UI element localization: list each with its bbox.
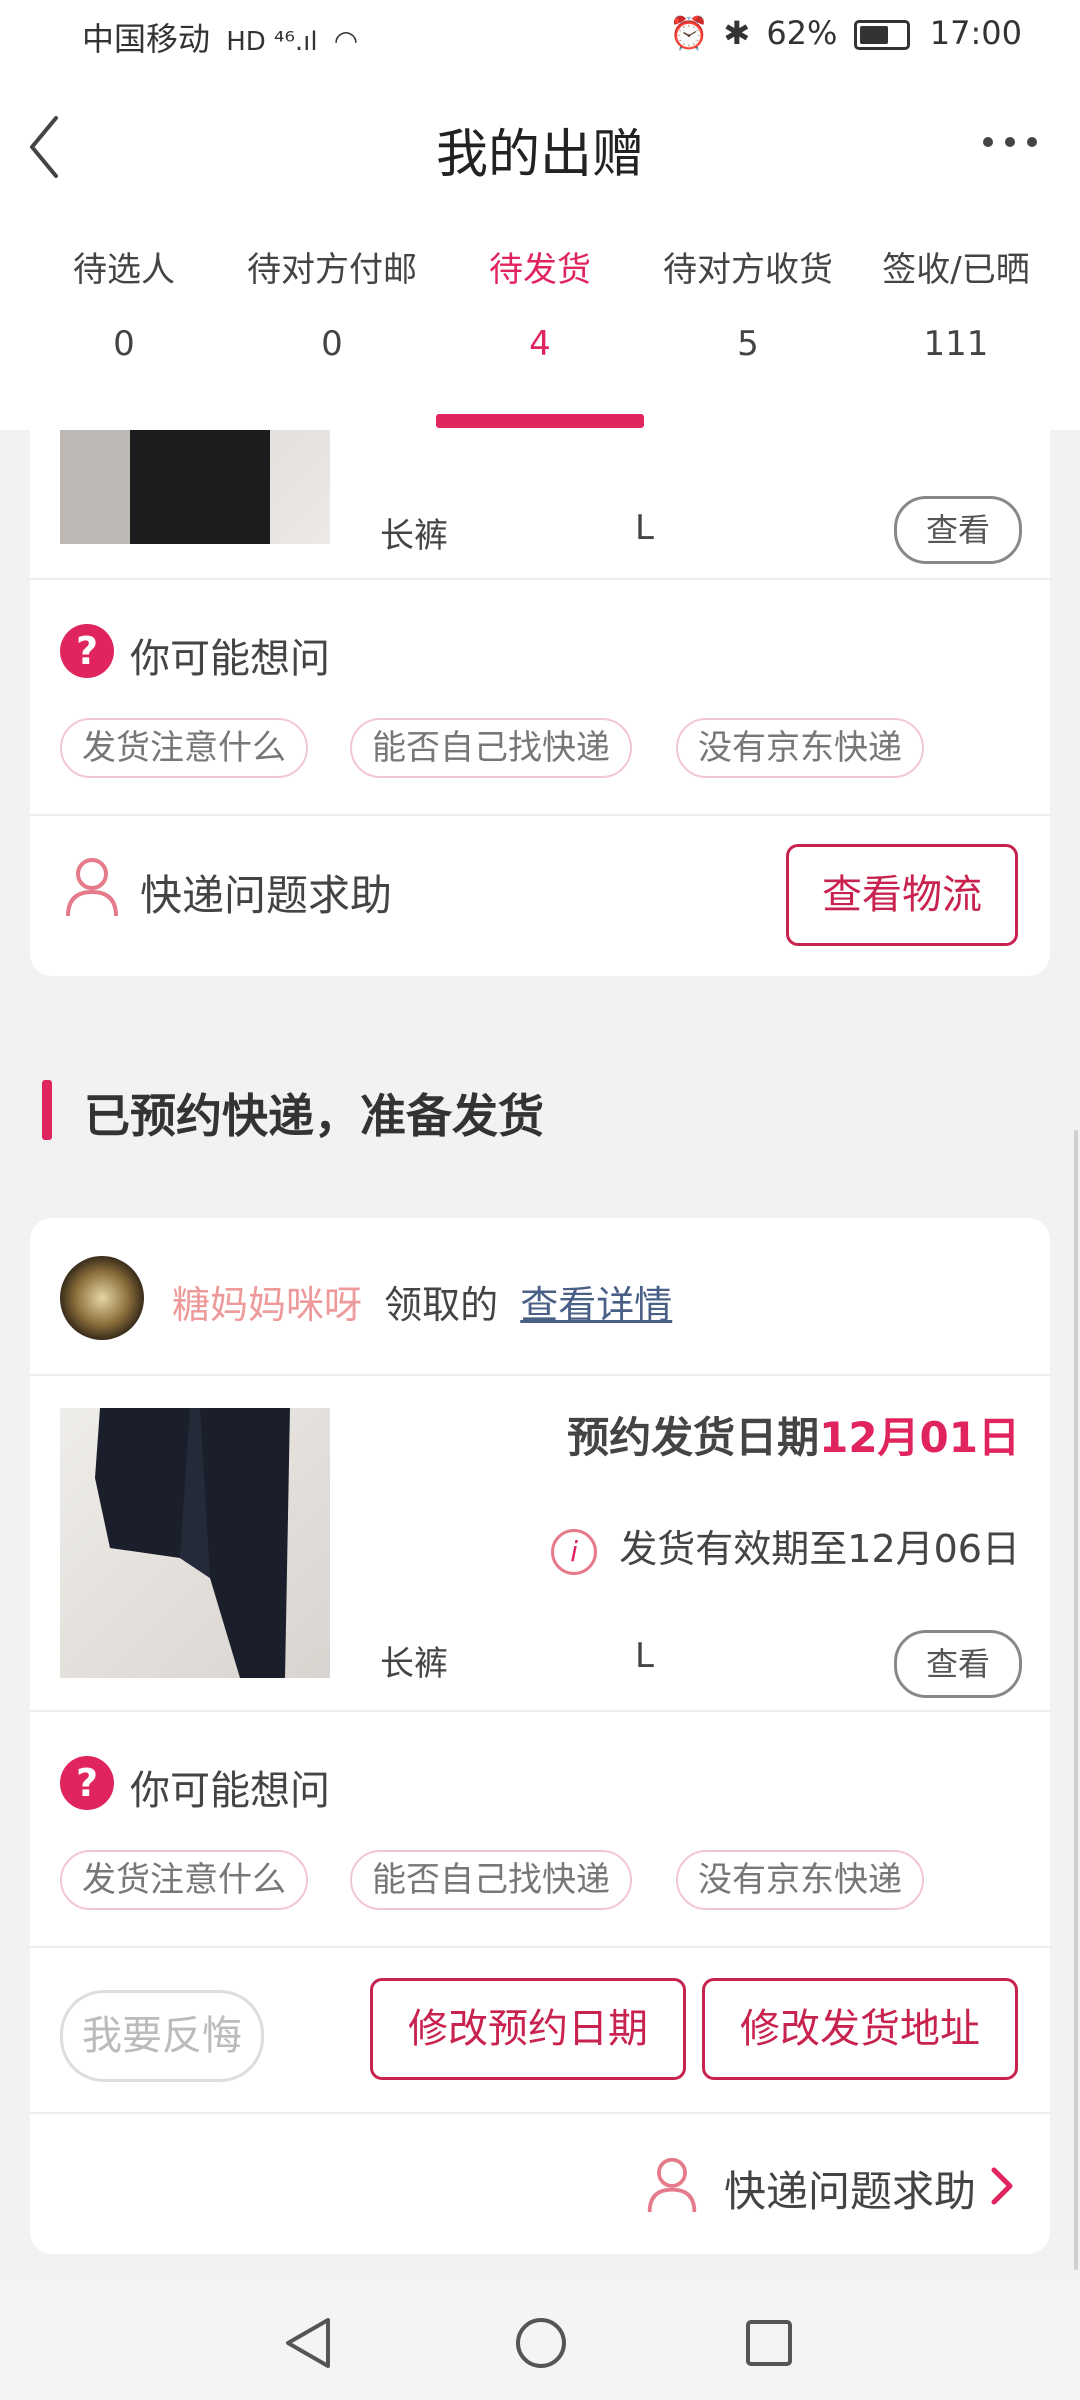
tab-label: 待选人 <box>73 250 175 290</box>
status-bar: 中国移动 HD ⁴⁶.ıl ◠ ⏰ ✱ 62% 17:00 <box>0 0 1080 72</box>
item-size: L <box>635 508 654 548</box>
divider <box>30 1946 1050 1948</box>
item-name: 长裤 <box>380 516 448 556</box>
view-item-button[interactable]: 查看 <box>894 1630 1022 1698</box>
more-horizontal-icon[interactable] <box>980 132 1040 172</box>
gift-card-2: 糖妈妈咪呀 领取的 查看详情 预约发货日期12月01日 i 发货有效期至12月0… <box>30 1218 1050 2254</box>
express-help-label: 快递问题求助 <box>724 2167 977 2216</box>
divider <box>30 814 1050 816</box>
tab-pending-selection[interactable]: 待选人 0 <box>20 240 228 364</box>
tab-count: 0 <box>113 324 135 364</box>
tab-pending-receipt[interactable]: 待对方收货 5 <box>644 240 852 364</box>
faq-chip[interactable]: 没有京东快递 <box>676 1850 924 1910</box>
scrollbar[interactable] <box>1074 1130 1078 2270</box>
divider <box>30 578 1050 580</box>
tab-count: 5 <box>737 324 759 364</box>
wifi-icon: ◠ <box>333 24 359 57</box>
chevron-right-icon <box>991 2167 1013 2205</box>
tab-pending-postage[interactable]: 待对方付邮 0 <box>228 240 436 364</box>
item-name: 长裤 <box>380 1644 448 1684</box>
triangle-back-icon[interactable] <box>282 2316 334 2370</box>
person-icon <box>647 2157 697 2213</box>
ship-date-label: 预约发货日期 <box>567 1413 820 1462</box>
claimed-text: 领取的 <box>384 1283 499 1327</box>
modify-date-button[interactable]: 修改预约日期 <box>370 1978 686 2080</box>
faq-chip[interactable]: 发货注意什么 <box>60 1850 308 1910</box>
tab-label: 签收/已晒 <box>882 250 1030 290</box>
validity-text: 发货有效期至12月06日 <box>619 1527 1020 1571</box>
faq-title: 你可能想问 <box>130 1768 330 1814</box>
recipient-nickname[interactable]: 糖妈妈咪呀 <box>172 1283 362 1327</box>
item-photo[interactable] <box>60 430 330 544</box>
circle-home-icon[interactable] <box>514 2316 568 2370</box>
view-item-button[interactable]: 查看 <box>894 496 1022 564</box>
validity-row: i 发货有效期至12月06日 <box>551 1518 1020 1575</box>
tab-received-shared[interactable]: 签收/已晒 111 <box>852 240 1060 364</box>
section-accent-bar <box>42 1080 52 1140</box>
ship-date-row: 预约发货日期12月01日 <box>567 1404 1020 1465</box>
battery-percent: 62% <box>766 14 838 52</box>
status-left: 中国移动 HD ⁴⁶.ıl ◠ <box>82 14 358 60</box>
question-icon: ? <box>60 624 114 678</box>
regret-button[interactable]: 我要反悔 <box>60 1990 264 2082</box>
person-icon <box>66 858 118 917</box>
section-title: 已预约快递，准备发货 <box>84 1089 544 1143</box>
alarm-icon: ⏰ <box>669 14 710 52</box>
faq-title: 你可能想问 <box>130 636 330 682</box>
avatar[interactable] <box>60 1256 144 1340</box>
tab-pending-shipment[interactable]: 待发货 4 <box>436 240 644 364</box>
tab-label: 待对方付邮 <box>247 250 417 290</box>
bluetooth-icon: ✱ <box>723 14 751 52</box>
view-details-link[interactable]: 查看详情 <box>520 1283 672 1327</box>
battery-icon <box>853 20 910 50</box>
divider <box>30 2112 1050 2114</box>
question-icon: ? <box>60 1756 114 1810</box>
item-size: L <box>635 1636 654 1676</box>
system-nav-bar <box>0 2280 1080 2400</box>
modify-address-button[interactable]: 修改发货地址 <box>702 1978 1018 2080</box>
divider <box>30 1374 1050 1376</box>
faq-chip[interactable]: 没有京东快递 <box>676 718 924 778</box>
tab-count: 111 <box>923 324 989 364</box>
status-tabs: 待选人 0 待对方付邮 0 待发货 4 待对方收货 5 签收/已晒 111 <box>0 240 1080 430</box>
tab-count: 0 <box>321 324 343 364</box>
item-photo[interactable] <box>60 1408 330 1678</box>
view-logistics-button[interactable]: 查看物流 <box>786 844 1018 946</box>
faq-chip[interactable]: 发货注意什么 <box>60 718 308 778</box>
tab-label: 待对方收货 <box>663 250 833 290</box>
active-tab-indicator <box>436 414 644 428</box>
square-recents-icon[interactable] <box>744 2318 794 2368</box>
tab-count: 4 <box>529 324 551 364</box>
status-right: ⏰ ✱ 62% 17:00 <box>669 14 1022 52</box>
claim-line: 糖妈妈咪呀 领取的 查看详情 <box>172 1274 672 1329</box>
page-title: 我的出赠 <box>435 125 644 185</box>
clock: 17:00 <box>929 14 1022 52</box>
express-help-label[interactable]: 快递问题求助 <box>140 862 392 923</box>
divider <box>30 1710 1050 1712</box>
faq-chip[interactable]: 能否自己找快递 <box>350 718 632 778</box>
faq-chip[interactable]: 能否自己找快递 <box>350 1850 632 1910</box>
tab-label: 待发货 <box>489 250 591 290</box>
info-icon: i <box>551 1528 598 1575</box>
ship-date-value: 12月01日 <box>819 1413 1020 1462</box>
gift-card-1: 长裤 L 查看 ? 你可能想问 发货注意什么 能否自己找快递 没有京东快递 快递… <box>30 430 1050 976</box>
network-indicator: HD ⁴⁶.ıl <box>226 27 318 57</box>
carrier-name: 中国移动 <box>82 20 211 58</box>
